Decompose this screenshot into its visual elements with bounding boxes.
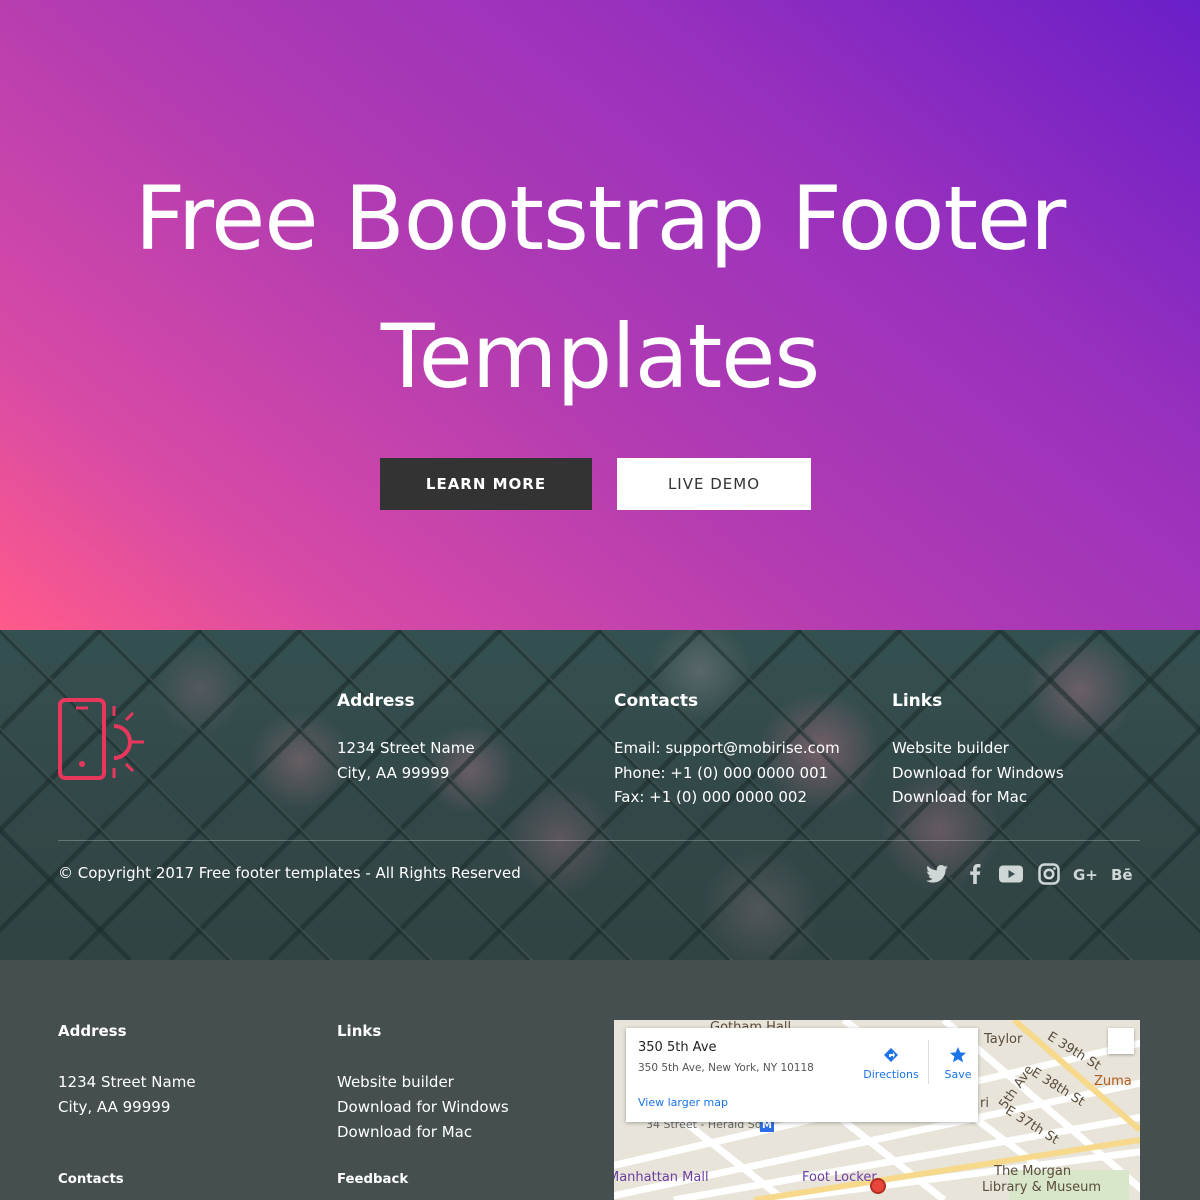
contact-fax: Fax: +1 (0) 000 0000 002 [614, 788, 808, 806]
map-label-morgan-2: Library & Museum [982, 1180, 1101, 1195]
learn-more-button[interactable]: LEARN MORE [380, 458, 592, 510]
instagram-icon[interactable] [1036, 863, 1062, 885]
hero-title-line2: Templates [380, 305, 820, 408]
address-line2: City, AA 99999 [337, 763, 450, 782]
link-download-windows[interactable]: Download for Windows [337, 1095, 509, 1120]
footer1-address: Address 1234 Street Name City, AA 99999 [337, 690, 475, 785]
footer2-address: Address 1234 Street Name City, AA 99999 [58, 1020, 196, 1120]
facebook-icon[interactable] [962, 863, 988, 885]
contacts-heading: Contacts [58, 1172, 124, 1187]
map-label-ri: ri [980, 1096, 989, 1111]
hero-title-line1: Free Bootstrap Footer [134, 167, 1067, 270]
map-expand-icon[interactable] [1108, 1028, 1134, 1054]
footer1-links: Links Website builder Download for Windo… [892, 690, 1064, 810]
footer1-divider [58, 840, 1140, 841]
save-button[interactable]: Save [938, 1046, 978, 1081]
google-plus-icon[interactable]: G+ [1072, 863, 1100, 885]
hero-title: Free Bootstrap Footer Templates [0, 150, 1200, 426]
contact-phone: Phone: +1 (0) 000 0000 001 [614, 763, 829, 782]
address-heading: Address [58, 1022, 127, 1040]
map-place-name: 350 5th Ave [638, 1040, 717, 1055]
link-download-windows[interactable]: Download for Windows [892, 761, 1064, 786]
feedback-heading: Feedback [337, 1172, 409, 1187]
phone-sun-icon [58, 698, 144, 780]
behance-icon[interactable]: Bē [1110, 863, 1136, 885]
google-map[interactable]: Gotham Hall Taylor E 39th St 5th Ave E 3… [614, 1020, 1140, 1200]
youtube-icon[interactable] [998, 863, 1024, 885]
footer-image-section: Address 1234 Street Name City, AA 99999 … [0, 630, 1200, 960]
directions-button[interactable]: Directions [856, 1046, 926, 1081]
footer2-links: Links Website builder Download for Windo… [337, 1020, 509, 1145]
link-website-builder[interactable]: Website builder [337, 1070, 509, 1095]
footer-map-section: Address 1234 Street Name City, AA 99999 … [0, 960, 1200, 1200]
directions-icon [882, 1046, 900, 1064]
contact-email[interactable]: Email: support@mobirise.com [614, 736, 840, 761]
live-demo-button[interactable]: LIVE DEMO [617, 458, 811, 510]
star-icon [949, 1046, 967, 1064]
map-label-taylor: Taylor [984, 1032, 1023, 1047]
map-card-divider [928, 1040, 929, 1084]
directions-label: Directions [863, 1068, 919, 1081]
twitter-icon[interactable] [924, 863, 950, 885]
map-place-card: 350 5th Ave 350 5th Ave, New York, NY 10… [626, 1028, 978, 1122]
map-label-foot-locker: Foot Locker [802, 1170, 877, 1185]
map-label-morgan: The Morgan [994, 1164, 1072, 1179]
links-heading: Links [892, 691, 943, 711]
footer1-contacts: Contacts Email: support@mobirise.com Pho… [614, 690, 840, 810]
map-label-manhattan-mall: Manhattan Mall [614, 1170, 709, 1185]
address-line2: City, AA 99999 [58, 1098, 171, 1116]
link-website-builder[interactable]: Website builder [892, 736, 1064, 761]
map-label-zuma: Zuma [1094, 1074, 1132, 1089]
view-larger-map-link[interactable]: View larger map [638, 1096, 728, 1109]
address-line1: 1234 Street Name [337, 739, 475, 757]
map-pin-icon [870, 1178, 886, 1194]
map-place-address: 350 5th Ave, New York, NY 10118 [638, 1062, 814, 1074]
copyright-text: © Copyright 2017 Free footer templates -… [58, 864, 521, 882]
link-download-mac[interactable]: Download for Mac [892, 785, 1064, 810]
links-heading: Links [337, 1022, 382, 1040]
svg-text:G+: G+ [1073, 866, 1098, 882]
hero-section: Free Bootstrap Footer Templates LEARN MO… [0, 0, 1200, 630]
save-label: Save [944, 1068, 972, 1081]
address-line1: 1234 Street Name [58, 1073, 196, 1091]
address-heading: Address [337, 691, 415, 711]
svg-text:Bē: Bē [1111, 866, 1133, 882]
link-download-mac[interactable]: Download for Mac [337, 1120, 509, 1145]
contacts-heading: Contacts [614, 691, 699, 711]
